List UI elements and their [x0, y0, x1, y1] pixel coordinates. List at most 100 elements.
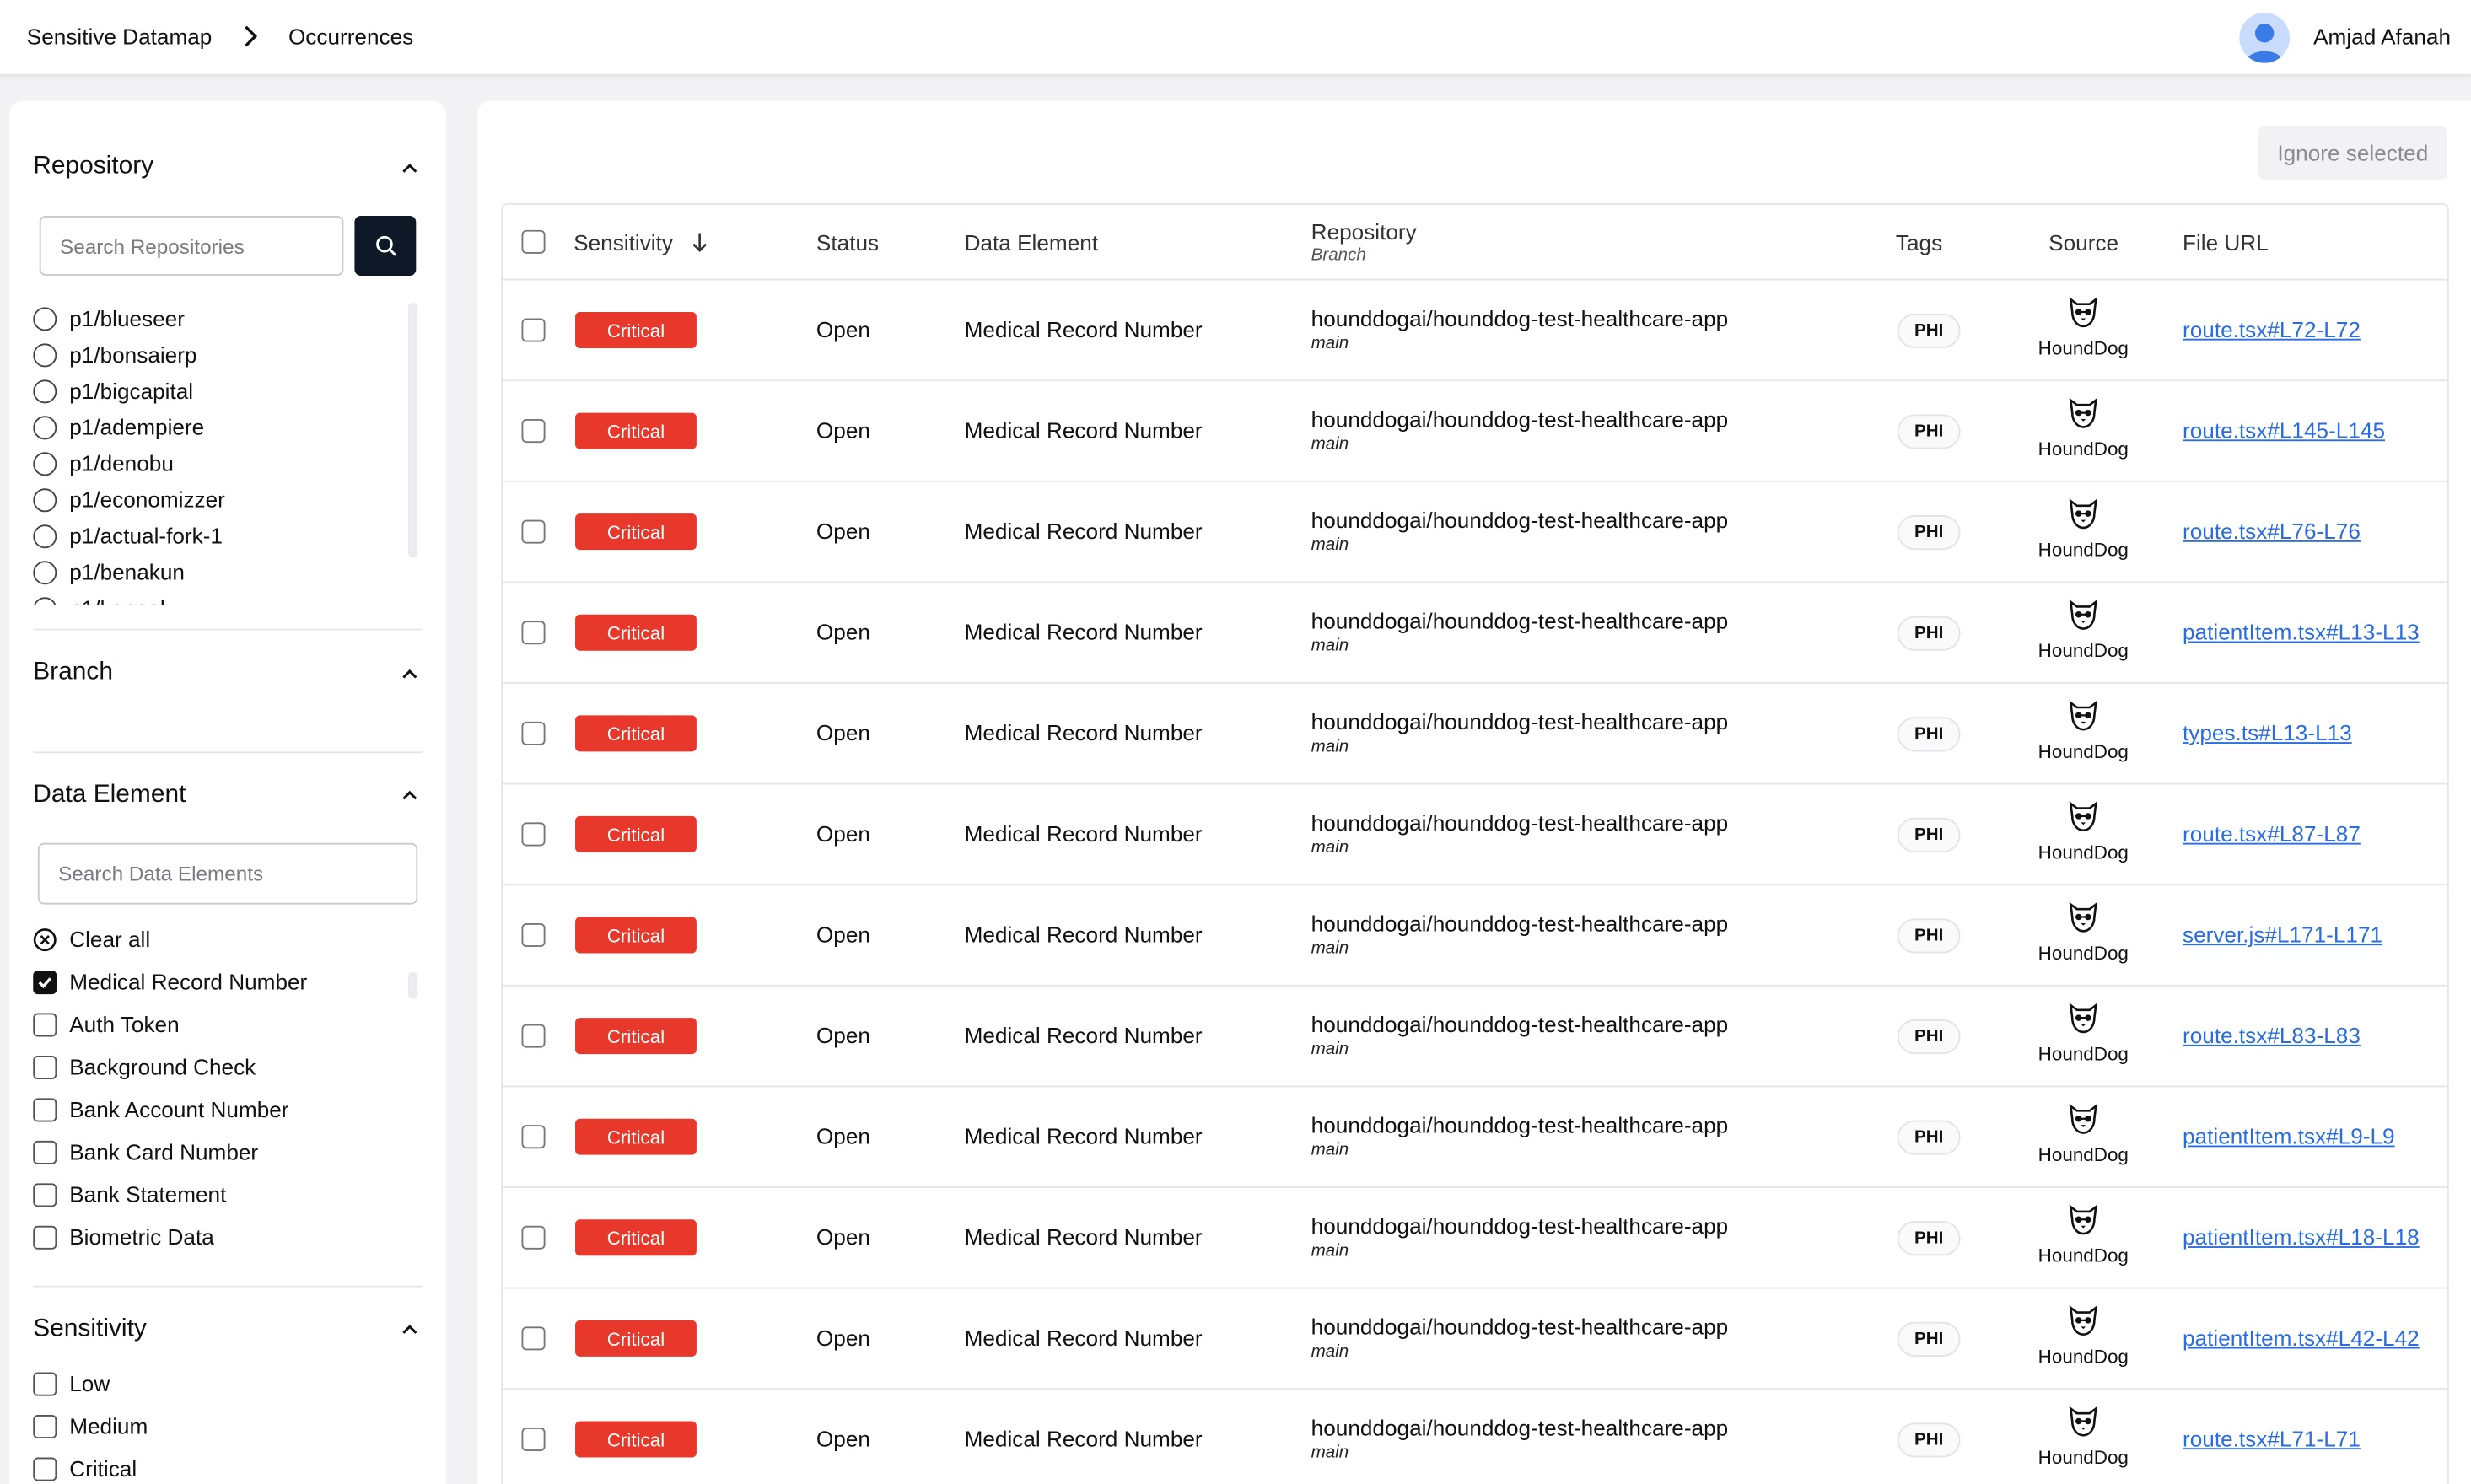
source-label: HoundDog — [2038, 539, 2129, 562]
clear-all-button[interactable]: Clear all — [33, 923, 150, 954]
sensitivity-option-low[interactable]: Low — [33, 1368, 110, 1399]
status-text: Open — [816, 417, 870, 444]
checkbox-checked[interactable] — [33, 970, 57, 994]
sensitivity-option-critical[interactable]: Critical — [33, 1453, 137, 1484]
column-header-source: Source — [2048, 229, 2119, 255]
checkbox[interactable] — [33, 1012, 57, 1036]
repository-option[interactable]: p1/actual-fork-1 — [33, 520, 223, 551]
row-checkbox[interactable] — [521, 721, 546, 745]
file-url-link[interactable]: route.tsx#L87-L87 — [2183, 821, 2361, 847]
data-element-scrollbar[interactable] — [407, 971, 418, 999]
chevron-up-icon[interactable] — [399, 1319, 421, 1341]
row-checkbox[interactable] — [521, 1024, 546, 1048]
hounddog-logo-icon — [2069, 700, 2097, 731]
data-element-label: Auth Token — [69, 1011, 180, 1037]
repository-option[interactable]: p1/benakun — [33, 556, 185, 588]
radio-icon — [33, 487, 57, 512]
avatar[interactable] — [2239, 12, 2291, 63]
repository-label: p1/denobu — [69, 450, 174, 476]
repository-text: hounddogai/hounddog-test-healthcare-app — [1311, 1112, 1729, 1138]
sensitivity-option-medium[interactable]: Medium — [33, 1410, 148, 1441]
radio-icon — [33, 379, 57, 403]
row-checkbox[interactable] — [521, 922, 546, 948]
file-url-link[interactable]: patientItem.tsx#L9-L9 — [2183, 1123, 2395, 1148]
breadcrumb-root[interactable]: Sensitive Datamap — [27, 24, 213, 49]
checkbox[interactable] — [33, 1139, 57, 1164]
source-label: HoundDog — [2038, 740, 2129, 763]
checkbox[interactable] — [33, 1414, 57, 1438]
file-url-link[interactable]: server.js#L171-L171 — [2183, 922, 2382, 947]
row-checkbox[interactable] — [521, 1225, 546, 1250]
search-repositories-input[interactable]: Search Repositories — [39, 215, 344, 277]
checkbox[interactable] — [33, 1097, 57, 1121]
file-url-link[interactable]: patientItem.tsx#L13-L13 — [2183, 619, 2420, 644]
repository-option[interactable]: p1/adempiere — [33, 411, 204, 443]
file-url-link[interactable]: route.tsx#L83-L83 — [2183, 1023, 2361, 1048]
data-element-option[interactable]: Biometric Data — [33, 1221, 214, 1252]
row-checkbox[interactable] — [521, 1326, 546, 1351]
file-url-link[interactable]: route.tsx#L76-L76 — [2183, 519, 2361, 544]
data-element-label: Bank Card Number — [69, 1138, 259, 1164]
checkbox[interactable] — [33, 1182, 57, 1207]
repository-option[interactable]: p1/blueseer — [33, 303, 185, 334]
row-checkbox[interactable] — [521, 419, 546, 444]
search-data-elements-input[interactable]: Search Data Elements — [37, 842, 418, 905]
tag-badge: PHI — [1897, 1019, 1961, 1055]
status-text: Open — [816, 820, 870, 847]
radio-icon — [33, 596, 57, 605]
status-text: Open — [816, 922, 870, 948]
data-element-label: Medical Record Number — [69, 969, 308, 995]
repository-option[interactable]: p1/denobu — [33, 448, 174, 479]
clear-circle-icon — [33, 928, 57, 951]
chevron-up-icon[interactable] — [399, 664, 421, 686]
file-url-link[interactable]: route.tsx#L72-L72 — [2183, 317, 2361, 342]
select-all-checkbox[interactable] — [521, 229, 546, 254]
repository-option[interactable]: p1/bigcapital — [33, 375, 193, 406]
hounddog-logo-icon — [2069, 1103, 2097, 1134]
table-row: Critical Open Medical Record Number houn… — [503, 281, 2447, 382]
file-url-link[interactable]: route.tsx#L71-L71 — [2183, 1426, 2361, 1451]
column-header-sensitivity[interactable]: Sensitivity — [573, 230, 673, 255]
divider — [33, 628, 423, 631]
occurrences-table: Sensitivity Status Data Element Reposito… — [501, 203, 2449, 1484]
hounddog-logo-icon — [2069, 599, 2097, 630]
repository-text: hounddogai/hounddog-test-healthcare-app — [1311, 406, 1729, 432]
user-icon — [2245, 24, 2284, 63]
row-checkbox[interactable] — [521, 519, 546, 544]
row-checkbox[interactable] — [521, 1427, 546, 1451]
data-element-option[interactable]: Bank Account Number — [33, 1094, 289, 1125]
data-element-option[interactable]: Bank Card Number — [33, 1136, 258, 1167]
data-element-option[interactable]: Bank Statement — [33, 1179, 226, 1210]
checkbox[interactable] — [33, 1456, 57, 1481]
row-checkbox[interactable] — [521, 318, 546, 342]
ignore-selected-button[interactable]: Ignore selected — [2258, 126, 2447, 180]
file-url-link[interactable]: types.ts#L13-L13 — [2183, 720, 2352, 745]
table-row: Critical Open Medical Record Number houn… — [503, 885, 2447, 987]
user-name[interactable]: Amjad Afanah — [2313, 24, 2451, 49]
repository-option[interactable]: p1/economizzer — [33, 484, 225, 515]
file-url-link[interactable]: patientItem.tsx#L18-L18 — [2183, 1224, 2420, 1250]
file-url-link[interactable]: patientItem.tsx#L42-L42 — [2183, 1325, 2420, 1350]
row-checkbox[interactable] — [521, 822, 546, 847]
hounddog-logo-icon — [2069, 1305, 2097, 1336]
checkbox[interactable] — [33, 1055, 57, 1079]
repository-option[interactable]: p1/bonsaierp — [33, 339, 196, 370]
sort-arrow-down-icon[interactable] — [690, 232, 708, 254]
repository-option[interactable]: p1/kanaal — [33, 593, 165, 605]
repository-label: p1/bigcapital — [69, 378, 194, 404]
data-element-option[interactable]: Background Check — [33, 1051, 256, 1082]
checkbox[interactable] — [33, 1224, 57, 1249]
sensitivity-label: Medium — [69, 1413, 148, 1439]
search-button[interactable] — [354, 215, 417, 277]
file-url-link[interactable]: route.tsx#L145-L145 — [2183, 417, 2385, 443]
data-element-text: Medical Record Number — [964, 1123, 1203, 1149]
chevron-up-icon[interactable] — [399, 785, 421, 807]
row-checkbox[interactable] — [521, 1125, 546, 1149]
data-element-option[interactable]: Auth Token — [33, 1008, 180, 1040]
chevron-up-icon[interactable] — [399, 158, 421, 180]
data-element-option[interactable]: Medical Record Number — [33, 965, 307, 997]
checkbox[interactable] — [33, 1371, 57, 1395]
repository-scrollbar[interactable] — [407, 302, 418, 558]
row-checkbox[interactable] — [521, 621, 546, 645]
divider — [33, 1285, 423, 1288]
